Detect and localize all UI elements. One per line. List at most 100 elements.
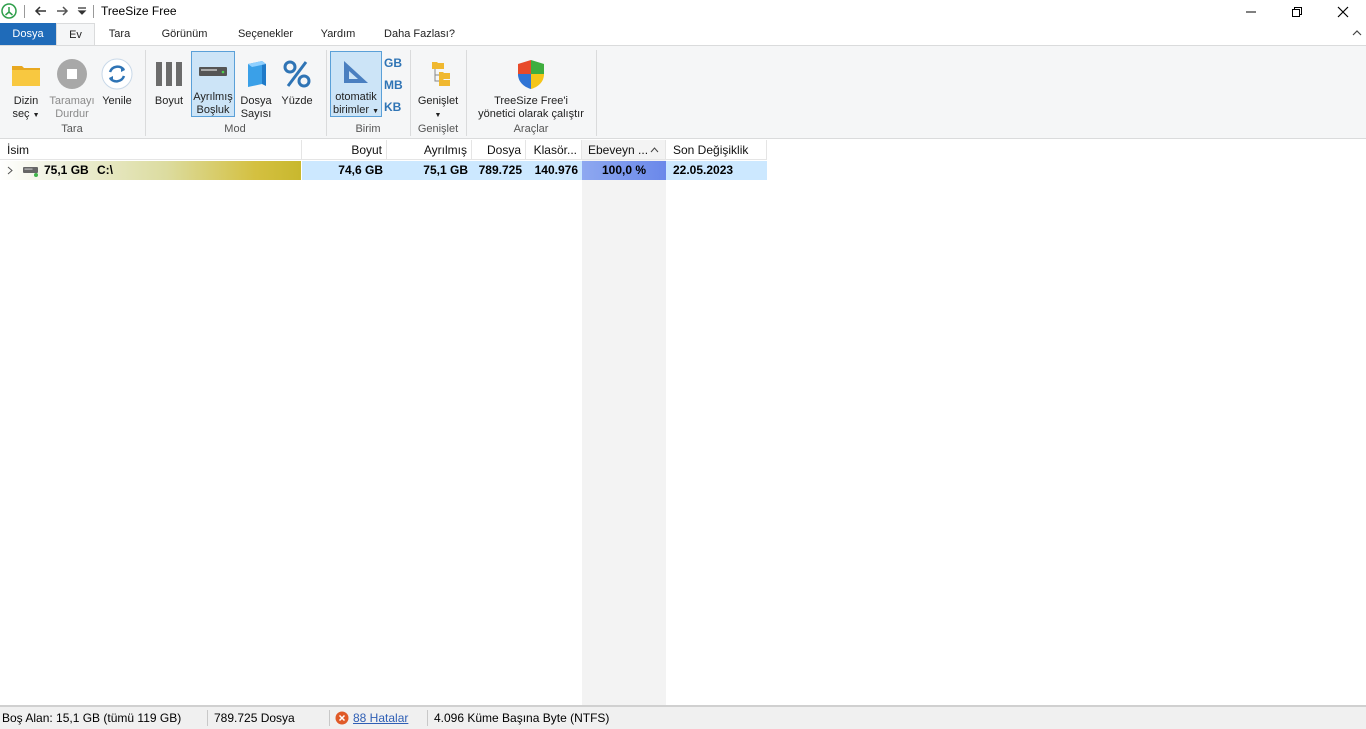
forward-arrow-icon[interactable]: [54, 3, 70, 19]
mode-file-count-button[interactable]: Dosya Sayısı: [237, 50, 275, 120]
group-label-birim: Birim: [355, 123, 381, 135]
expand-button[interactable]: Genişlet ▼: [414, 50, 462, 120]
select-directory-label-1: Dizin: [13, 95, 39, 107]
refresh-button[interactable]: Yenile: [97, 50, 137, 120]
mode-percent-button[interactable]: Yüzde: [278, 50, 316, 120]
refresh-label: Yenile: [102, 95, 132, 107]
folder-icon: [12, 66, 40, 86]
run-as-admin-label-1: TreeSize Free'i: [494, 95, 568, 107]
tab-tara[interactable]: Tara: [98, 23, 141, 46]
tab-dosya[interactable]: Dosya: [0, 23, 56, 46]
tree-grid: İsim Boyut Ayrılmış Dosya Klasör... Ebev…: [0, 140, 1366, 705]
title-separator: [93, 5, 94, 18]
chevron-down-icon: ▼: [434, 112, 442, 119]
title-separator: [24, 5, 25, 18]
auto-units-button[interactable]: otomatik birimler ▼: [330, 51, 382, 117]
status-separator: [329, 710, 330, 726]
chevron-down-icon: ▼: [32, 112, 40, 119]
quick-access-dropdown-icon[interactable]: [74, 3, 90, 19]
treesize-app-icon[interactable]: [1, 3, 17, 19]
tab-gorunum[interactable]: Görünüm: [150, 23, 219, 46]
row-files: 789.725: [472, 161, 526, 180]
row-folders: 140.976: [526, 161, 582, 180]
back-arrow-icon[interactable]: [33, 3, 49, 19]
tab-secenekler[interactable]: Seçenekler: [228, 23, 303, 46]
row-name: C:\: [97, 163, 113, 177]
group-label-tara: Tara: [61, 123, 83, 135]
mode-file-count-label-1: Dosya: [240, 95, 272, 107]
column-header-files[interactable]: Dosya: [472, 140, 526, 160]
column-header-last-modified[interactable]: Son Değişiklik: [666, 140, 767, 160]
stop-scan-button[interactable]: Taramayı Durdur: [49, 50, 95, 120]
select-directory-button[interactable]: Dizin seç ▼: [5, 50, 47, 120]
group-label-mod: Mod: [224, 123, 246, 135]
drive-icon: [199, 67, 227, 76]
row-size-label: 75,1 GB: [44, 163, 89, 177]
row-parent-percent: 100,0 %: [601, 163, 647, 177]
status-free-space: Boş Alan: 15,1 GB (tümü 119 GB): [2, 711, 182, 725]
status-file-count: 789.725 Dosya: [214, 711, 295, 725]
expand-label: Genişlet: [417, 95, 459, 107]
auto-units-label-1: otomatik: [335, 91, 377, 103]
tab-daha-fazlasi[interactable]: Daha Fazlası?: [374, 23, 465, 46]
unit-kb-button[interactable]: KB: [384, 100, 402, 114]
group-separator: [596, 50, 597, 136]
group-label-genislet: Genişlet: [417, 123, 459, 135]
mode-file-count-label-2: Sayısı: [240, 108, 272, 120]
status-cluster-size: 4.096 Küme Başına Byte (NTFS): [434, 711, 610, 725]
restore-button[interactable]: [1274, 0, 1320, 23]
mode-allocated-space-button[interactable]: Ayrılmış Boşluk: [191, 51, 235, 117]
sort-ascending-icon: [650, 147, 659, 153]
status-separator: [427, 710, 428, 726]
minimize-button[interactable]: [1228, 0, 1274, 23]
tab-ev[interactable]: Ev: [56, 23, 95, 46]
error-icon: [335, 711, 349, 725]
row-size: 74,6 GB: [302, 161, 387, 180]
unit-gb-button[interactable]: GB: [384, 56, 402, 70]
close-button[interactable]: [1320, 0, 1366, 23]
column-header-parent-label: Ebeveyn ...: [588, 143, 649, 157]
auto-units-label-2: birimler: [332, 104, 370, 116]
title-bar: TreeSize Free: [0, 0, 1366, 23]
tab-yardim[interactable]: Yardım: [312, 23, 364, 46]
select-directory-label-2: seç: [12, 108, 30, 120]
column-header-parent-percent[interactable]: Ebeveyn ...: [582, 140, 666, 160]
mode-percent-label: Yüzde: [281, 95, 313, 107]
restore-icon: [1292, 6, 1302, 17]
window-title: TreeSize Free: [101, 4, 177, 18]
table-row[interactable]: 75,1 GB C:\ 74,6 GB 75,1 GB 789.725 140.…: [0, 161, 767, 180]
file-count-icon: [248, 61, 266, 87]
refresh-icon: [101, 58, 133, 90]
mode-allocated-label-1: Ayrılmış: [193, 91, 233, 103]
status-bar: Boş Alan: 15,1 GB (tümü 119 GB) 789.725 …: [0, 705, 1366, 729]
status-separator: [207, 710, 208, 726]
run-as-admin-button[interactable]: TreeSize Free'i yönetici olarak çalıştır: [470, 50, 592, 120]
mode-size-button[interactable]: Boyut: [150, 50, 188, 120]
stop-scan-label-1: Taramayı: [49, 95, 95, 107]
size-bars-icon: [156, 62, 182, 86]
errors-link[interactable]: 88 Hatalar: [353, 707, 408, 729]
set-square-icon: [344, 61, 368, 83]
row-last-modified: 22.05.2023: [666, 161, 767, 180]
mode-size-label: Boyut: [154, 95, 184, 107]
run-as-admin-label-2: yönetici olarak çalıştır: [478, 108, 584, 120]
row-allocated: 75,1 GB: [387, 161, 472, 180]
ribbon-tabs: Dosya Ev Tara Görünüm Seçenekler Yardım …: [0, 23, 1366, 46]
column-header-folders[interactable]: Klasör...: [526, 140, 582, 160]
expand-tree-icon: [432, 62, 450, 86]
close-icon: [1337, 6, 1349, 17]
percent-icon: [283, 60, 311, 88]
collapse-ribbon-icon[interactable]: [1351, 27, 1363, 39]
column-header-size[interactable]: Boyut: [302, 140, 387, 160]
drive-icon: [23, 167, 38, 177]
stop-scan-label-2: Durdur: [55, 108, 89, 120]
ribbon: Dizin seç ▼ Taramayı Durdur Yenile Tara Bo…: [0, 45, 1366, 139]
column-header-name[interactable]: İsim: [3, 140, 302, 160]
mode-allocated-label-2: Boşluk: [196, 104, 230, 116]
sorted-column-shade: [582, 140, 666, 705]
unit-mb-button[interactable]: MB: [384, 78, 403, 92]
uac-shield-icon: [518, 60, 544, 89]
minimize-icon: [1246, 11, 1256, 12]
expand-chevron-icon[interactable]: [6, 166, 14, 175]
column-header-allocated[interactable]: Ayrılmış: [387, 140, 472, 160]
